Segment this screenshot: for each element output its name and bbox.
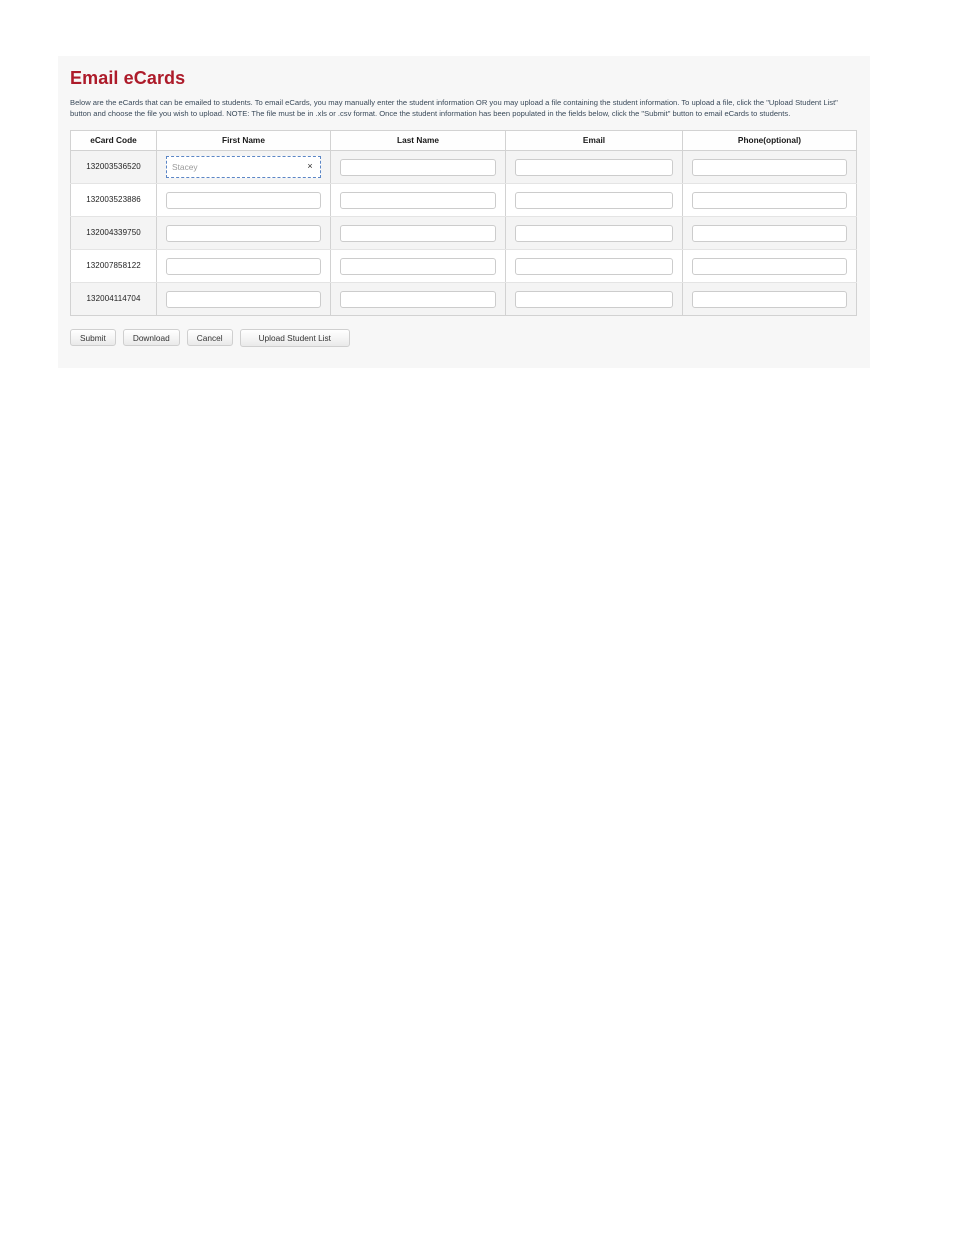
email-cell [505,216,683,250]
column-header-ecard-code: eCard Code [70,129,157,151]
email-input-wrapper [506,157,682,177]
first-name-focus-box[interactable]: × [166,155,321,178]
phone-input-wrapper [683,223,856,243]
phone-input-wrapper [683,190,856,210]
last-name-input[interactable] [340,291,496,309]
first-name-cell [156,183,331,217]
phone-input[interactable] [692,159,847,177]
ecard-code-cell: 132007858122 [70,249,157,283]
first-name-input-wrapper [157,289,330,309]
phone-input[interactable] [692,225,847,243]
last-name-cell [330,282,506,316]
email-cell [505,282,683,316]
table-header: eCard Code First Name Last Name Email Ph… [70,129,857,151]
column-header-first-name: First Name [156,129,331,151]
table-row: 132003536520 × [70,150,857,184]
first-name-input-wrapper [157,190,330,210]
last-name-input-wrapper [331,157,505,177]
email-input[interactable] [515,159,673,177]
panel-inner: Email eCards Below are the eCards that c… [58,56,870,347]
email-input[interactable] [515,192,673,210]
clear-input-icon[interactable]: × [302,157,318,177]
column-header-phone: Phone(optional) [682,129,857,151]
phone-input-wrapper [683,289,856,309]
ecard-code-value: 132004339750 [86,228,141,238]
ecard-code-cell: 132004339750 [70,216,157,250]
last-name-cell [330,216,506,250]
last-name-input[interactable] [340,159,496,177]
phone-input[interactable] [692,192,847,210]
table-header-row: eCard Code First Name Last Name Email Ph… [70,129,857,151]
first-name-input-wrapper [157,256,330,276]
last-name-input-wrapper [331,223,505,243]
first-name-input-wrapper [157,223,330,243]
ecard-code-value: 132007858122 [86,261,141,271]
phone-cell [682,183,857,217]
phone-cell [682,282,857,316]
ecard-code-cell: 132003523886 [70,183,157,217]
email-input[interactable] [515,258,673,276]
page-title: Email eCards [70,68,186,88]
ecard-code-value: 132003536520 [86,162,141,172]
first-name-input[interactable] [166,291,321,309]
first-name-cell: × [156,150,331,184]
email-input[interactable] [515,291,673,309]
ecards-panel: Email eCards Below are the eCards that c… [58,56,870,368]
email-input[interactable] [515,225,673,243]
first-name-input[interactable] [166,225,321,243]
last-name-input[interactable] [340,225,496,243]
email-input-wrapper [506,223,682,243]
page-root: Email eCards Below are the eCards that c… [0,0,954,1235]
upload-student-list-button[interactable]: Upload Student List [239,328,350,347]
cancel-button[interactable]: Cancel [186,329,233,347]
intro-paragraph: Below are the eCards that can be emailed… [70,98,838,119]
phone-cell [682,150,857,184]
table-row: 132004114704 [70,282,857,316]
email-cell [505,183,683,217]
ecard-code-value: 132003523886 [86,195,141,205]
phone-cell [682,249,857,283]
last-name-cell [330,150,506,184]
last-name-input-wrapper [331,289,505,309]
ecards-table: eCard Code First Name Last Name Email Ph… [70,129,857,316]
phone-input-wrapper [683,157,856,177]
email-input-wrapper [506,190,682,210]
first-name-input[interactable] [167,156,302,177]
first-name-input[interactable] [166,258,321,276]
ecard-code-cell: 132004114704 [70,282,157,316]
submit-button[interactable]: Submit [70,329,116,347]
phone-cell [682,216,857,250]
email-input-wrapper [506,289,682,309]
email-cell [505,249,683,283]
phone-input-wrapper [683,256,856,276]
email-input-wrapper [506,256,682,276]
phone-input[interactable] [692,291,847,309]
column-header-email: Email [505,129,683,151]
first-name-input[interactable] [166,192,321,210]
download-button[interactable]: Download [122,329,180,347]
ecard-code-cell: 132003536520 [70,150,157,184]
table-row: 132004339750 [70,216,857,250]
first-name-cell [156,282,331,316]
last-name-input-wrapper [331,190,505,210]
last-name-input[interactable] [340,258,496,276]
last-name-cell [330,249,506,283]
table-row: 132007858122 [70,249,857,283]
action-button-row: Submit Download Cancel Upload Student Li… [70,328,860,347]
table-row: 132003523886 [70,183,857,217]
ecard-code-value: 132004114704 [86,294,141,304]
table-body: 132003536520 × 132003523886 132004339750 132… [70,150,857,316]
first-name-cell [156,249,331,283]
first-name-field-wrapper: × [157,155,330,178]
last-name-input[interactable] [340,192,496,210]
column-header-last-name: Last Name [330,129,506,151]
email-cell [505,150,683,184]
phone-input[interactable] [692,258,847,276]
last-name-input-wrapper [331,256,505,276]
first-name-cell [156,216,331,250]
last-name-cell [330,183,506,217]
